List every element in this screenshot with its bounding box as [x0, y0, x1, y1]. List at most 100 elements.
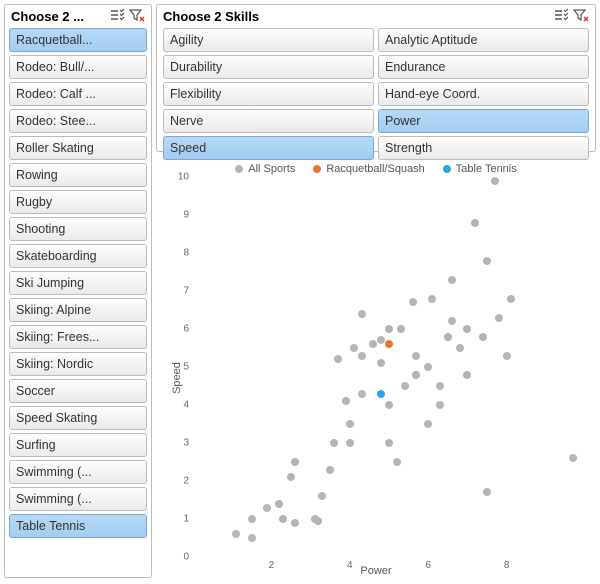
- data-point[interactable]: [291, 458, 299, 466]
- data-point[interactable]: [424, 363, 432, 371]
- data-point[interactable]: [385, 439, 393, 447]
- data-point[interactable]: [232, 530, 240, 538]
- legend-item[interactable]: Table Tennis: [443, 163, 517, 175]
- data-point[interactable]: [393, 458, 401, 466]
- data-point[interactable]: [275, 500, 283, 508]
- sports-item[interactable]: Surfing: [9, 433, 147, 457]
- skills-item[interactable]: Power: [378, 109, 589, 133]
- sports-item[interactable]: Rowing: [9, 163, 147, 187]
- data-point[interactable]: [334, 355, 342, 363]
- sports-item[interactable]: Skiing: Nordic: [9, 352, 147, 376]
- sports-item[interactable]: Racquetball...: [9, 28, 147, 52]
- skills-slicer-header: Choose 2 Skills: [157, 5, 595, 25]
- data-point[interactable]: [424, 420, 432, 428]
- skills-item[interactable]: Durability: [163, 55, 374, 79]
- data-point[interactable]: [428, 295, 436, 303]
- data-point[interactable]: [507, 295, 515, 303]
- multiselect-icon[interactable]: [109, 8, 125, 24]
- sports-item[interactable]: Rugby: [9, 190, 147, 214]
- data-point[interactable]: [346, 439, 354, 447]
- sports-item[interactable]: Ski Jumping: [9, 271, 147, 295]
- data-point[interactable]: [397, 325, 405, 333]
- data-point[interactable]: [495, 314, 503, 322]
- sports-item[interactable]: Table Tennis: [9, 514, 147, 538]
- sports-item[interactable]: Swimming (...: [9, 487, 147, 511]
- data-point[interactable]: [448, 317, 456, 325]
- data-point[interactable]: [436, 401, 444, 409]
- data-point[interactable]: [412, 371, 420, 379]
- data-point[interactable]: [350, 344, 358, 352]
- data-point[interactable]: [287, 473, 295, 481]
- data-point[interactable]: [385, 401, 393, 409]
- skills-item[interactable]: Hand-eye Coord.: [378, 82, 589, 106]
- data-point[interactable]: [463, 325, 471, 333]
- data-point[interactable]: [456, 344, 464, 352]
- sports-item[interactable]: Skateboarding: [9, 244, 147, 268]
- data-point[interactable]: [291, 519, 299, 527]
- data-point[interactable]: [248, 534, 256, 542]
- data-point[interactable]: [342, 397, 350, 405]
- data-point[interactable]: [358, 310, 366, 318]
- sports-item[interactable]: Rodeo: Stee...: [9, 109, 147, 133]
- skills-item[interactable]: Agility: [163, 28, 374, 52]
- plot-area[interactable]: 0123456789102468: [193, 177, 585, 557]
- sports-slicer-title: Choose 2 ...: [11, 9, 105, 24]
- multiselect-icon[interactable]: [553, 8, 569, 24]
- y-tick: 10: [178, 172, 189, 183]
- sports-item[interactable]: Roller Skating: [9, 136, 147, 160]
- data-point[interactable]: [483, 257, 491, 265]
- legend-label: Racquetball/Squash: [326, 163, 424, 175]
- legend-label: Table Tennis: [456, 163, 517, 175]
- data-point[interactable]: [479, 333, 487, 341]
- skills-item[interactable]: Nerve: [163, 109, 374, 133]
- sports-slicer-list[interactable]: Racquetball... Rodeo: Bull/... Rodeo: Calf…: [5, 25, 151, 577]
- clear-filter-icon[interactable]: [129, 8, 145, 24]
- data-point[interactable]: [330, 439, 338, 447]
- data-point[interactable]: [385, 340, 393, 348]
- data-point[interactable]: [436, 382, 444, 390]
- data-point[interactable]: [314, 517, 322, 525]
- skills-slicer-grid[interactable]: AgilityAnalytic AptitudeDurabilityEndura…: [157, 25, 595, 166]
- skills-item[interactable]: Endurance: [378, 55, 589, 79]
- skills-item[interactable]: Flexibility: [163, 82, 374, 106]
- data-point[interactable]: [326, 466, 334, 474]
- data-point[interactable]: [377, 359, 385, 367]
- chart-legend: All Sports Racquetball/Squash Table Tennis: [157, 157, 595, 177]
- data-point[interactable]: [318, 492, 326, 500]
- legend-item[interactable]: All Sports: [235, 163, 295, 175]
- skills-item[interactable]: Analytic Aptitude: [378, 28, 589, 52]
- data-point[interactable]: [248, 515, 256, 523]
- sports-item[interactable]: Shooting: [9, 217, 147, 241]
- data-point[interactable]: [401, 382, 409, 390]
- sports-item[interactable]: Swimming (...: [9, 460, 147, 484]
- sports-item[interactable]: Rodeo: Calf ...: [9, 82, 147, 106]
- data-point[interactable]: [444, 333, 452, 341]
- data-point[interactable]: [471, 219, 479, 227]
- data-point[interactable]: [463, 371, 471, 379]
- data-point[interactable]: [569, 454, 577, 462]
- data-point[interactable]: [377, 336, 385, 344]
- y-tick: 4: [183, 400, 189, 411]
- sports-item[interactable]: Skiing: Frees...: [9, 325, 147, 349]
- data-point[interactable]: [369, 340, 377, 348]
- legend-item[interactable]: Racquetball/Squash: [313, 163, 424, 175]
- data-point[interactable]: [503, 352, 511, 360]
- data-point[interactable]: [491, 177, 499, 185]
- clear-filter-icon[interactable]: [573, 8, 589, 24]
- data-point[interactable]: [358, 390, 366, 398]
- data-point[interactable]: [385, 325, 393, 333]
- sports-item[interactable]: Rodeo: Bull/...: [9, 55, 147, 79]
- y-tick: 3: [183, 438, 189, 449]
- data-point[interactable]: [377, 390, 385, 398]
- data-point[interactable]: [409, 298, 417, 306]
- data-point[interactable]: [448, 276, 456, 284]
- data-point[interactable]: [279, 515, 287, 523]
- data-point[interactable]: [358, 352, 366, 360]
- data-point[interactable]: [483, 488, 491, 496]
- sports-item[interactable]: Soccer: [9, 379, 147, 403]
- data-point[interactable]: [346, 420, 354, 428]
- data-point[interactable]: [263, 504, 271, 512]
- sports-item[interactable]: Skiing: Alpine: [9, 298, 147, 322]
- sports-item[interactable]: Speed Skating: [9, 406, 147, 430]
- data-point[interactable]: [412, 352, 420, 360]
